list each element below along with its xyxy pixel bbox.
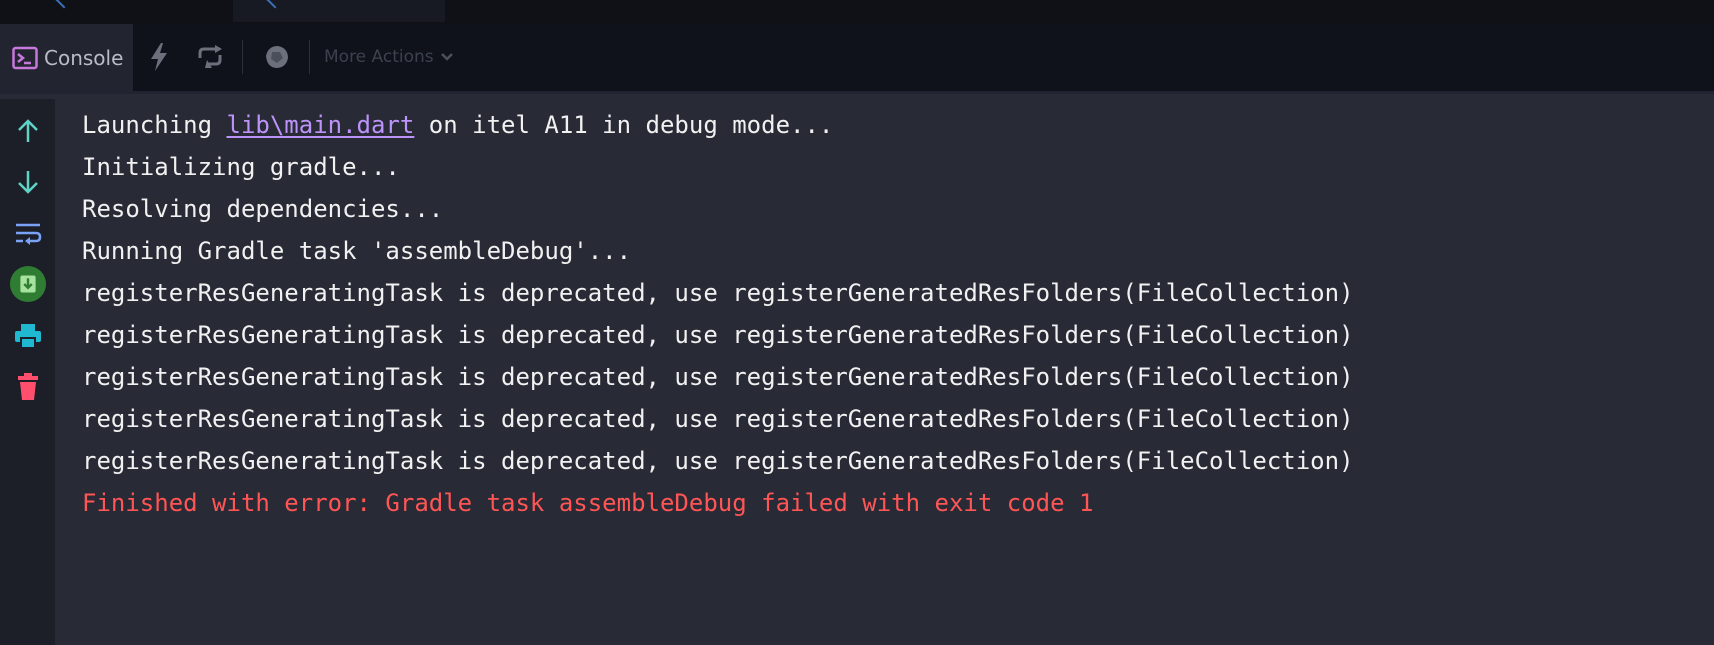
console-line: Running Gradle task 'assembleDebug'...	[82, 237, 632, 265]
arrow-up-icon	[18, 119, 38, 142]
console-line: registerResGeneratingTask is deprecated,…	[82, 321, 1354, 349]
console-output: Launching lib\main.dart on itel A11 in d…	[82, 104, 1702, 524]
console-line-text: Launching	[82, 111, 227, 139]
dart-file-icon	[55, 0, 73, 9]
console-icon	[12, 46, 38, 69]
console-line: registerResGeneratingTask is deprecated,…	[82, 405, 1354, 433]
print-icon	[15, 324, 41, 349]
tab-console[interactable]: Console	[0, 24, 133, 91]
toolbar-separator	[242, 40, 243, 74]
console-line: Initializing gradle...	[82, 153, 400, 181]
ide-console-window: Console More Actions Launching lib\main.…	[0, 0, 1714, 645]
soft-wrap-button[interactable]	[9, 214, 47, 252]
scroll-down-button[interactable]	[9, 163, 47, 201]
console-toolbar: Console More Actions	[0, 24, 1714, 94]
console-line: registerResGeneratingTask is deprecated,…	[82, 279, 1354, 307]
more-actions-dropdown[interactable]: More Actions	[324, 44, 454, 70]
chevron-down-icon	[440, 53, 453, 61]
console-line: Launching lib\main.dart on itel A11 in d…	[82, 104, 1702, 146]
console-line-text: on itel A11 in debug mode...	[414, 111, 834, 139]
hot-reload-button[interactable]	[141, 38, 177, 76]
more-actions-label: More Actions	[324, 47, 434, 67]
scroll-up-button[interactable]	[9, 112, 47, 150]
editor-tab[interactable]	[233, 0, 445, 22]
clear-console-button[interactable]	[9, 368, 47, 406]
editor-tab-strip	[0, 0, 1714, 25]
console-error-line: Finished with error: Gradle task assembl…	[82, 489, 1094, 517]
scroll-to-end-button[interactable]	[9, 265, 47, 303]
soft-wrap-icon	[16, 223, 42, 245]
trash-icon	[18, 373, 38, 400]
file-link[interactable]: lib\main.dart	[227, 111, 415, 139]
editor-tab[interactable]	[0, 0, 230, 22]
dart-file-icon	[266, 0, 284, 9]
lightning-icon	[151, 43, 167, 71]
rerun-icon	[198, 45, 222, 68]
console-line: registerResGeneratingTask is deprecated,…	[82, 447, 1354, 475]
toolbar-separator	[309, 40, 310, 74]
hot-restart-button[interactable]	[192, 38, 228, 76]
console-sidebar	[0, 99, 55, 645]
console-line: Resolving dependencies...	[82, 195, 444, 223]
scroll-to-end-icon	[9, 265, 47, 303]
console-line: registerResGeneratingTask is deprecated,…	[82, 363, 1354, 391]
bug-icon	[266, 46, 288, 68]
print-button[interactable]	[9, 317, 47, 355]
debug-tools-button[interactable]	[259, 38, 295, 76]
console-tab-label: Console	[44, 45, 124, 70]
arrow-down-icon	[18, 171, 38, 194]
